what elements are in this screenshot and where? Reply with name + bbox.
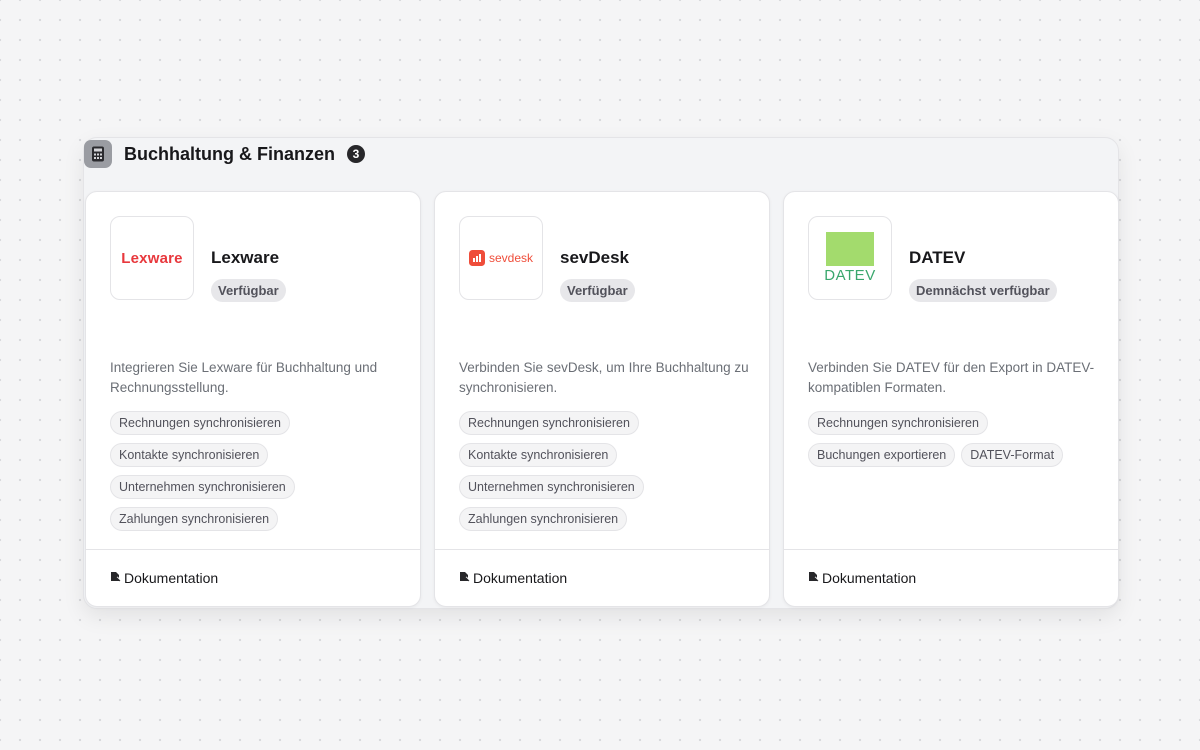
documentation-link[interactable]: Dokumentation: [459, 569, 567, 587]
feature-tag: Buchungen exportieren: [808, 443, 956, 467]
integration-card-sevdesk[interactable]: sevdesk sevDesk Verfügbar Verbinden Sie …: [434, 191, 770, 607]
sevdesk-logo: sevdesk: [459, 216, 543, 300]
feature-tag: Unternehmen synchronisieren: [110, 475, 295, 499]
calculator-icon: [84, 140, 112, 168]
documentation-label: Dokumentation: [822, 570, 917, 586]
feature-tag: Kontakte synchronisieren: [459, 443, 618, 467]
card-footer: Dokumentation: [435, 549, 769, 606]
feature-tag: Rechnungen synchronisieren: [459, 411, 639, 435]
integration-section: Buchhaltung & Finanzen 3 Lexware Lexware…: [83, 137, 1119, 609]
feature-tag: Zahlungen synchronisieren: [110, 507, 279, 531]
integration-card-datev[interactable]: DATEV DATEV Demnächst verfügbar Verbinde…: [783, 191, 1119, 607]
feature-tag: Unternehmen synchronisieren: [459, 475, 644, 499]
card-name: Lexware: [211, 248, 280, 267]
documentation-label: Dokumentation: [473, 570, 568, 586]
documentation-link[interactable]: Dokumentation: [808, 569, 916, 587]
card-footer: Dokumentation: [86, 549, 420, 606]
feature-tags: Rechnungen synchronisieren Buchungen exp…: [808, 411, 1108, 467]
status-badge: Demnächst verfügbar: [909, 279, 1057, 302]
feature-tag: Zahlungen synchronisieren: [459, 507, 628, 531]
datev-mark: [826, 232, 874, 266]
document-icon: [459, 569, 470, 587]
datev-logo: DATEV: [808, 216, 892, 300]
documentation-link[interactable]: Dokumentation: [110, 569, 218, 587]
document-icon: [808, 569, 819, 587]
feature-tag: Kontakte synchronisieren: [110, 443, 269, 467]
card-description: Verbinden Sie sevDesk, um Ihre Buchhaltu…: [459, 360, 749, 395]
status-badge: Verfügbar: [560, 279, 635, 302]
section-header: Buchhaltung & Finanzen 3: [84, 138, 365, 170]
card-description: Integrieren Sie Lexware für Buchhaltung …: [110, 360, 378, 395]
card-name: DATEV: [909, 248, 966, 267]
integration-card-lexware[interactable]: Lexware Lexware Verfügbar Integrieren Si…: [85, 191, 421, 607]
lexware-logo: Lexware: [110, 216, 194, 300]
feature-tag: Rechnungen synchronisieren: [808, 411, 988, 435]
sevdesk-mark-icon: [468, 250, 485, 266]
section-title: Buchhaltung & Finanzen: [124, 143, 335, 164]
card-name: sevDesk: [560, 248, 630, 267]
document-icon: [110, 569, 121, 587]
feature-tags: Rechnungen synchronisieren Kontakte sync…: [459, 411, 759, 531]
feature-tags: Rechnungen synchronisieren Kontakte sync…: [110, 411, 410, 531]
documentation-label: Dokumentation: [124, 570, 219, 586]
status-badge: Verfügbar: [211, 279, 286, 302]
feature-tag: Rechnungen synchronisieren: [110, 411, 290, 435]
count-badge: 3: [347, 145, 365, 163]
card-description: Verbinden Sie DATEV für den Export in DA…: [808, 360, 1095, 395]
card-footer: Dokumentation: [784, 549, 1118, 606]
feature-tag: DATEV-Format: [961, 443, 1064, 467]
